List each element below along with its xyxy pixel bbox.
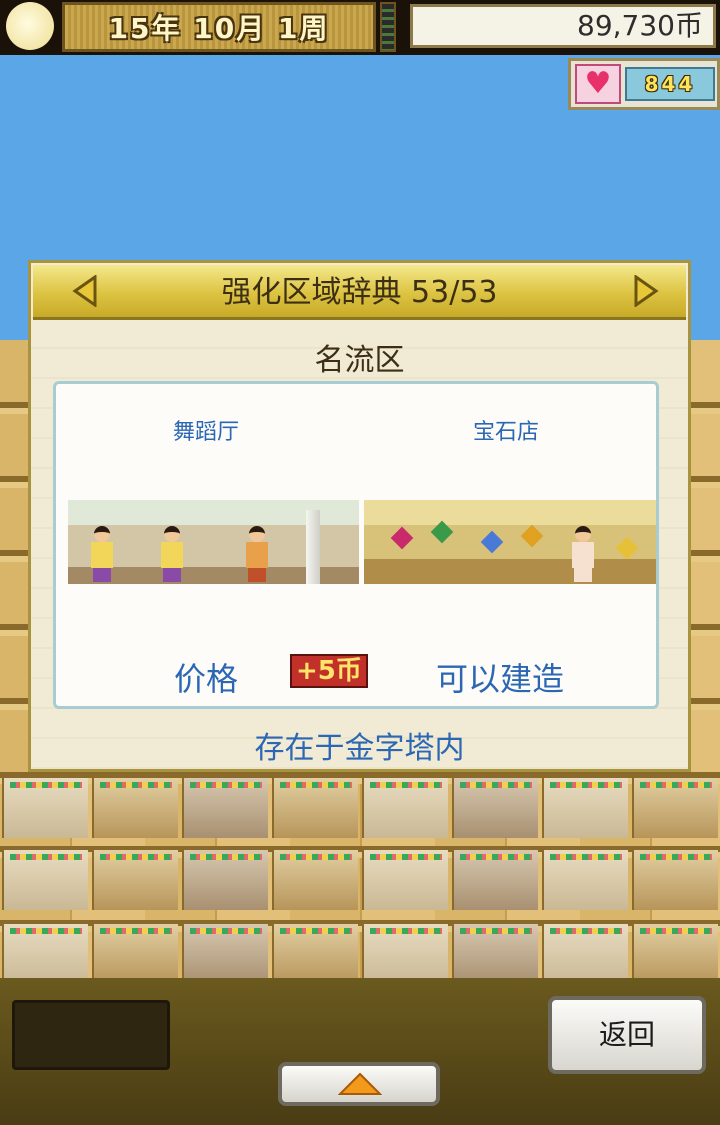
bottom-bar: 返回 [0,978,720,1125]
room[interactable] [2,924,88,984]
dance-hall-image [68,500,359,584]
speed-gauge[interactable] [380,2,396,52]
sun-icon[interactable] [6,2,54,50]
room[interactable] [452,850,538,910]
jewelry-shop-image [364,500,656,584]
pillar [306,510,320,584]
room-row [0,924,720,984]
arrow-up-icon [338,1072,382,1095]
dialog-title: 强化区域辞典 53/53 [221,275,498,310]
room[interactable] [182,850,268,910]
zone-detail-panel: 舞蹈厅 宝石店 价格 +5币 可以建造 [53,381,659,709]
room[interactable] [92,778,178,838]
dancer-sprite [243,526,271,582]
gem [520,524,544,548]
dancer-sprite [158,526,186,582]
room[interactable] [362,850,448,910]
facility-name: 舞蹈厅 [172,420,239,445]
room[interactable] [362,924,448,984]
room[interactable] [2,778,88,838]
zone-name: 名流区 [314,343,405,378]
zone-dictionary-dialog: 强化区域辞典 53/53 名流区 舞蹈厅 宝石店 价格 +5币 可以建造 存在于… [28,260,691,772]
arrow-right-icon[interactable] [630,274,660,308]
hearts-count: 844 [625,67,715,101]
room[interactable] [2,850,88,910]
price-label: 价格 [174,660,239,698]
room[interactable] [272,924,358,984]
gem [390,526,414,550]
room[interactable] [362,778,448,838]
room[interactable] [632,924,718,984]
room[interactable] [272,778,358,838]
facility-name: 宝石店 [472,420,539,445]
room[interactable] [182,924,268,984]
top-hud: 15年 10月 1周 89,730币 [0,0,720,55]
room[interactable] [542,924,628,984]
dancer-sprite [88,526,116,582]
dialog-header: 强化区域辞典 53/53 [33,265,686,320]
empty-slot [12,1000,170,1070]
room[interactable] [92,924,178,984]
room[interactable] [632,850,718,910]
room[interactable] [272,850,358,910]
heart-icon: ♥ [575,64,621,104]
hearts-display: ♥ 844 [568,58,720,110]
date-text: 15年 10月 1周 [108,12,330,45]
location-text: 存在于金字塔内 [254,731,465,766]
room[interactable] [182,778,268,838]
room-row [0,850,720,910]
room[interactable] [632,778,718,838]
room[interactable] [542,778,628,838]
expand-button[interactable] [278,1062,440,1106]
room[interactable] [452,924,538,984]
room-row [0,778,720,838]
gem [430,520,454,544]
money-display: 89,730币 [410,4,716,48]
gem [615,536,639,560]
build-status: 可以建造 [436,660,565,698]
room[interactable] [542,850,628,910]
room[interactable] [92,850,178,910]
date-display: 15年 10月 1周 [62,2,376,52]
room[interactable] [452,778,538,838]
gem [480,530,504,554]
shopkeeper-sprite [569,526,597,582]
back-button[interactable]: 返回 [548,996,706,1074]
price-badge: +5币 [290,654,368,688]
